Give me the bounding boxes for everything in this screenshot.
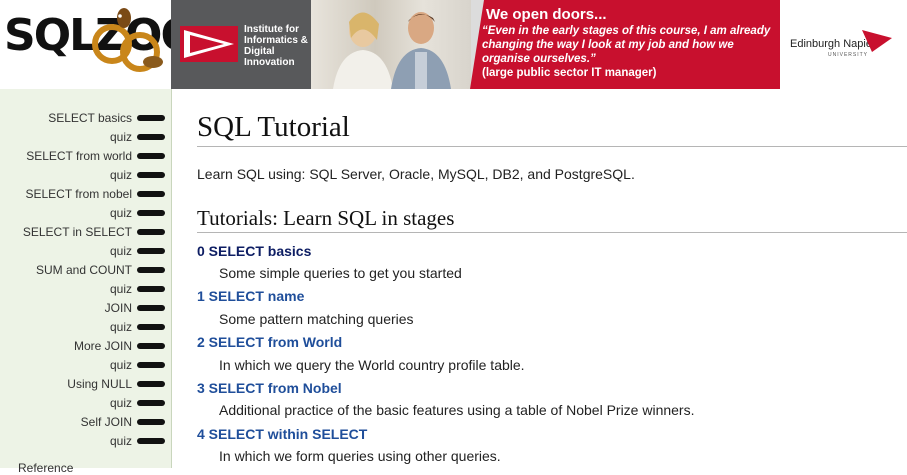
sidebar-item-quiz[interactable]: quiz <box>110 355 165 374</box>
sidebar-item-label: JOIN <box>104 300 132 315</box>
tutorial-description: Some simple queries to get you started <box>219 265 462 281</box>
sidebar-item-quiz[interactable]: quiz <box>110 279 165 298</box>
sidebar-item-quiz[interactable]: quiz <box>110 241 165 260</box>
banner-photo <box>311 0 471 89</box>
tutorial-link-select-basics[interactable]: 0 SELECT basics <box>197 243 311 259</box>
tutorial-description: In which we form queries using other que… <box>219 448 501 464</box>
sidebar-item-label: Self JOIN <box>80 414 132 429</box>
institute-flag-icon <box>180 26 238 62</box>
sidebar-item-label: quiz <box>109 395 132 410</box>
title-divider <box>197 146 907 147</box>
nav-pill-icon <box>137 114 165 121</box>
banner-quote-source: (large public sector IT manager) <box>482 67 657 79</box>
tutorial-link-select-within-select[interactable]: 4 SELECT within SELECT <box>197 426 367 442</box>
institute-panel: Institute for Informatics & Digital Inno… <box>171 0 311 89</box>
sidebar-item-using-null[interactable]: Using NULL <box>67 374 165 393</box>
nav-pill-icon <box>137 418 165 425</box>
sidebar-item-label: More JOIN <box>73 338 132 353</box>
tutorial-description: Some pattern matching queries <box>219 311 414 327</box>
sidebar-item-quiz[interactable]: quiz <box>110 431 165 450</box>
sidebar-item-label: SELECT from nobel <box>25 186 133 201</box>
tutorial-description: In which we query the World country prof… <box>219 357 525 373</box>
nav-pill-icon <box>137 342 165 349</box>
sidebar-item-quiz[interactable]: quiz <box>110 393 165 412</box>
nav-pill-icon <box>137 399 165 406</box>
sidebar-item-label: quiz <box>109 319 132 334</box>
sidebar-item-self-join[interactable]: Self JOIN <box>81 412 165 431</box>
institute-name: Institute for Informatics & Digital Inno… <box>244 24 308 68</box>
sidebar-item-label: Using NULL <box>67 376 132 391</box>
sidebar-item-label: quiz <box>109 357 132 372</box>
nav-pill-icon <box>137 152 165 159</box>
sidebar-item-label: quiz <box>109 243 132 258</box>
sidebar-item-quiz[interactable]: quiz <box>110 127 165 146</box>
sidebar-item-label: quiz <box>109 167 132 182</box>
quote-panel: We open doors... “Even in the early stag… <box>470 0 780 89</box>
sidebar-item-join[interactable]: JOIN <box>105 298 165 317</box>
sidebar-reference-link[interactable]: Reference <box>18 461 73 475</box>
sidebar-item-select-in-select[interactable]: SELECT in SELECT <box>23 222 165 241</box>
sidebar-item-sum-and-count[interactable]: SUM and COUNT <box>36 260 165 279</box>
people-photo-icon <box>333 12 451 89</box>
sidebar-item-quiz[interactable]: quiz <box>110 165 165 184</box>
intro-text: Learn SQL using: SQL Server, Oracle, MyS… <box>197 166 635 182</box>
nav-pill-icon <box>137 361 165 368</box>
header: SQLZOO Institute for Informatics & Digit… <box>0 0 907 89</box>
sidebar-item-label: quiz <box>109 129 132 144</box>
tutorial-link-select-name[interactable]: 1 SELECT name <box>197 288 304 304</box>
sidebar-item-label: quiz <box>109 205 132 220</box>
banner-quote: “Even in the early stages of this course… <box>482 25 771 65</box>
banner-headline: We open doors... <box>486 6 607 23</box>
sidebar-item-label: SUM and COUNT <box>35 262 132 277</box>
zoo-animals-icon <box>92 8 163 72</box>
sidebar-item-select-basics[interactable]: SELECT basics <box>48 108 165 127</box>
nav-pill-icon <box>137 171 165 178</box>
sidebar-item-label: SELECT in SELECT <box>22 224 132 239</box>
sidebar-item-quiz[interactable]: quiz <box>110 203 165 222</box>
section-divider <box>197 232 907 233</box>
nav-pill-icon <box>137 437 165 444</box>
sidebar-item-label: quiz <box>109 281 132 296</box>
sidebar-item-quiz[interactable]: quiz <box>110 317 165 336</box>
napier-flag-icon <box>862 30 892 52</box>
nav-pill-icon <box>137 304 165 311</box>
sidebar-item-label: quiz <box>109 433 132 448</box>
sidebar-item-label: SELECT from world <box>26 148 132 163</box>
section-title: Tutorials: Learn SQL in stages <box>197 206 455 230</box>
nav-pill-icon <box>137 190 165 197</box>
napier-logo: Edinburgh Napier UNIVERSITY <box>780 0 907 89</box>
napier-subtitle: UNIVERSITY <box>828 52 869 58</box>
nav-pill-icon <box>137 285 165 292</box>
nav-pill-icon <box>137 380 165 387</box>
page-title: SQL Tutorial <box>197 111 350 143</box>
nav-pill-icon <box>137 133 165 140</box>
sidebar-item-select-from-world[interactable]: SELECT from world <box>26 146 165 165</box>
sidebar-item-label: SELECT basics <box>48 110 132 125</box>
sqlzoo-logo[interactable]: SQLZOO <box>0 0 198 89</box>
sidebar-item-more-join[interactable]: More JOIN <box>74 336 165 355</box>
nav-pill-icon <box>137 247 165 254</box>
sidebar-item-select-from-nobel[interactable]: SELECT from nobel <box>25 184 165 203</box>
tutorial-link-select-from-nobel[interactable]: 3 SELECT from Nobel <box>197 380 342 396</box>
nav-pill-icon <box>137 209 165 216</box>
tutorial-link-select-from-world[interactable]: 2 SELECT from World <box>197 334 342 350</box>
sidebar-nav: SELECT basics quiz SELECT from world qui… <box>0 89 172 468</box>
advert-banner[interactable]: Institute for Informatics & Digital Inno… <box>171 0 907 89</box>
nav-pill-icon <box>137 323 165 330</box>
tutorial-description: Additional practice of the basic feature… <box>219 402 695 418</box>
nav-pill-icon <box>137 266 165 273</box>
nav-pill-icon <box>137 228 165 235</box>
